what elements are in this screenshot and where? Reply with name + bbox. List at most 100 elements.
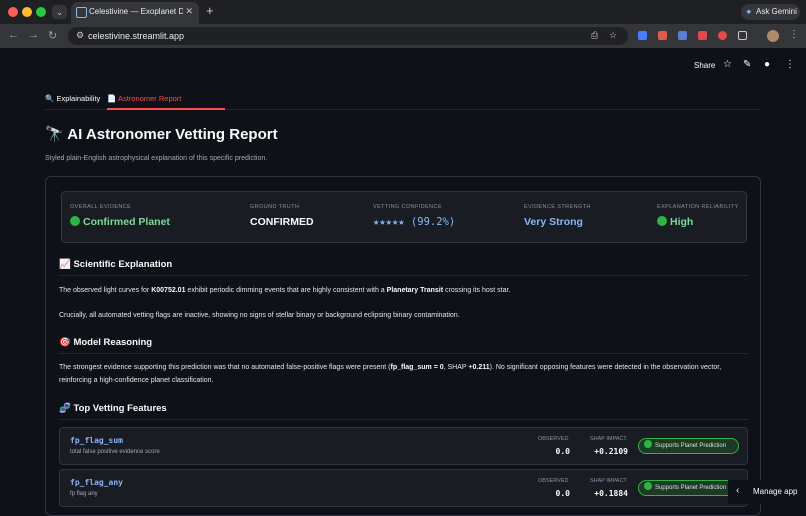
- browser-toolbar: ← → ↻ ⚙ celestivine.streamlit.app ⎙ ☆ ⋮: [0, 24, 806, 48]
- manage-app-button[interactable]: ‹ Manage app: [728, 480, 806, 504]
- metric-overall-evidence: OVERALL EVIDENCE Confirmed Planet: [70, 204, 170, 228]
- metric-explanation-reliability: EXPLANATION RELIABILITY High: [657, 204, 739, 228]
- page-title: 🔭 AI Astronomer Vetting Report: [45, 126, 278, 143]
- metric-label: EVIDENCE STRENGTH: [524, 204, 591, 210]
- metric-label: EXPLANATION RELIABILITY: [657, 204, 739, 210]
- maximize-window-icon[interactable]: [36, 7, 46, 17]
- favicon-icon: [76, 7, 87, 18]
- share-button[interactable]: Share: [694, 61, 715, 70]
- report-tabs: 🔍 Explainability 📄 Astronomer Report: [45, 88, 761, 110]
- document-icon: 📄: [107, 94, 117, 103]
- observed-value: 0.0: [555, 447, 570, 456]
- magnifier-icon: 🔍: [45, 94, 55, 103]
- observed-value: 0.0: [555, 489, 570, 498]
- section-divider: [59, 419, 748, 420]
- extension-profile-icon[interactable]: [658, 31, 667, 40]
- section-divider: [59, 275, 748, 276]
- manage-app-label: Manage app: [753, 487, 798, 496]
- text: The strongest evidence supporting this p…: [59, 364, 391, 371]
- badge-label: Supports Planet Prediction: [655, 443, 727, 449]
- green-circle-icon: [70, 216, 80, 226]
- metric-value: Confirmed Planet: [70, 216, 170, 228]
- tab-explainability-label: Explainability: [56, 94, 101, 103]
- green-circle-icon: [644, 440, 652, 448]
- tab-explainability[interactable]: 🔍 Explainability: [45, 94, 100, 103]
- evidence-strength-value: Very Strong: [524, 216, 583, 228]
- feature-description: fp flag any: [70, 491, 98, 497]
- scientific-explanation-heading: 📈 Scientific Explanation: [59, 259, 173, 270]
- url-text[interactable]: celestivine.streamlit.app: [88, 31, 184, 41]
- forward-arrow-icon[interactable]: →: [28, 29, 39, 41]
- favorite-star-icon[interactable]: ☆: [723, 59, 732, 70]
- profile-avatar[interactable]: [767, 30, 779, 42]
- shap-impact-label: SHAP IMPACT: [590, 478, 627, 484]
- badge-label: Supports Planet Prediction: [655, 485, 727, 491]
- extensions-puzzle-icon[interactable]: [738, 31, 747, 40]
- green-circle-icon: [657, 216, 667, 226]
- extension-bookmark-icon[interactable]: [638, 31, 647, 40]
- report-card: OVERALL EVIDENCE Confirmed Planet GROUND…: [45, 176, 761, 516]
- text: exhibit periodic dimming events that are…: [185, 287, 387, 294]
- emphasis: Planetary Transit: [386, 287, 444, 294]
- metric-label: VETTING CONFIDENCE: [373, 204, 442, 210]
- metric-ground-truth: GROUND TRUTH CONFIRMED: [250, 204, 314, 228]
- ask-gemini-label: Ask Gemini: [756, 7, 797, 16]
- overall-evidence-value: Confirmed Planet: [83, 216, 170, 228]
- feature-name: fp_flag_any: [70, 478, 123, 487]
- gemini-sparkle-icon: ✦: [745, 7, 753, 17]
- minimize-window-icon[interactable]: [22, 7, 32, 17]
- page-caption: Styled plain-English astrophysical expla…: [45, 155, 268, 162]
- object-id: K00752.01: [151, 287, 186, 294]
- shap-impact-label: SHAP IMPACT: [590, 436, 627, 442]
- site-settings-icon[interactable]: ⚙: [76, 30, 84, 41]
- feature-card: fp_flag_sum total false positive evidenc…: [59, 427, 748, 465]
- text: , SHAP: [443, 364, 469, 371]
- reload-icon[interactable]: ↻: [48, 29, 57, 42]
- vetting-confidence-value: ★★★★★ (99.2%): [373, 216, 456, 228]
- extension-folder-icon[interactable]: [678, 31, 687, 40]
- main-menu-icon[interactable]: ⋮: [785, 59, 795, 70]
- browser-tab[interactable]: Celestivine — Exoplanet Disc ✕: [71, 2, 199, 24]
- active-tab-indicator: [107, 108, 225, 110]
- tab-search-chevron-icon[interactable]: ⌄: [52, 5, 67, 19]
- emphasis: +0.211: [468, 364, 490, 371]
- observed-label: OBSERVED: [538, 478, 569, 484]
- tab-astronomer-report-label: Astronomer Report: [118, 94, 182, 103]
- browser-menu-icon[interactable]: ⋮: [789, 29, 799, 40]
- feature-description: total false positive evidence score: [70, 449, 160, 455]
- extension-record-icon[interactable]: [698, 31, 707, 40]
- ask-gemini-button[interactable]: ✦ Ask Gemini: [741, 4, 800, 20]
- address-bar[interactable]: ⚙ celestivine.streamlit.app ⎙ ☆: [68, 27, 628, 45]
- close-tab-icon[interactable]: ✕: [185, 6, 193, 17]
- chevron-left-icon: ‹: [736, 485, 740, 496]
- new-tab-button[interactable]: +: [206, 3, 214, 18]
- extension-timer-icon[interactable]: [718, 31, 727, 40]
- model-reasoning-paragraph: The strongest evidence supporting this p…: [59, 361, 749, 387]
- shap-impact-value: +0.1884: [594, 489, 628, 498]
- supports-planet-badge: Supports Planet Prediction: [638, 480, 739, 496]
- metric-evidence-strength: EVIDENCE STRENGTH Very Strong: [524, 204, 591, 228]
- install-app-icon[interactable]: ⎙: [591, 30, 598, 41]
- ground-truth-value: CONFIRMED: [250, 216, 314, 228]
- github-icon[interactable]: ●: [764, 59, 770, 70]
- app-main: Share ☆ ✎ ● ⋮ 🔍 Explainability 📄 Astrono…: [0, 48, 806, 516]
- back-arrow-icon[interactable]: ←: [8, 29, 19, 41]
- close-window-icon[interactable]: [8, 7, 18, 17]
- metric-value: High: [657, 216, 739, 228]
- top-vetting-features-heading: 🧬 Top Vetting Features: [59, 403, 167, 414]
- green-circle-icon: [644, 482, 652, 490]
- section-divider: [59, 353, 748, 354]
- edit-pencil-icon[interactable]: ✎: [743, 59, 751, 70]
- browser-titlebar: ⌄ Celestivine — Exoplanet Disc ✕ + ✦ Ask…: [0, 0, 806, 24]
- metric-label: OVERALL EVIDENCE: [70, 204, 132, 210]
- browser-tab-title: Celestivine — Exoplanet Disc: [89, 7, 183, 16]
- metric-label: GROUND TRUTH: [250, 204, 300, 210]
- feature-name: fp_flag_sum: [70, 436, 123, 445]
- scientific-explanation-paragraph-1: The observed light curves for K00752.01 …: [59, 284, 749, 297]
- supports-planet-badge: Supports Planet Prediction: [638, 438, 739, 454]
- explanation-reliability-value: High: [670, 216, 694, 228]
- tab-astronomer-report[interactable]: 📄 Astronomer Report: [107, 94, 181, 103]
- metrics-panel: OVERALL EVIDENCE Confirmed Planet GROUND…: [61, 191, 747, 243]
- bookmark-star-icon[interactable]: ☆: [609, 30, 617, 41]
- emphasis: fp_flag_sum = 0: [390, 364, 444, 371]
